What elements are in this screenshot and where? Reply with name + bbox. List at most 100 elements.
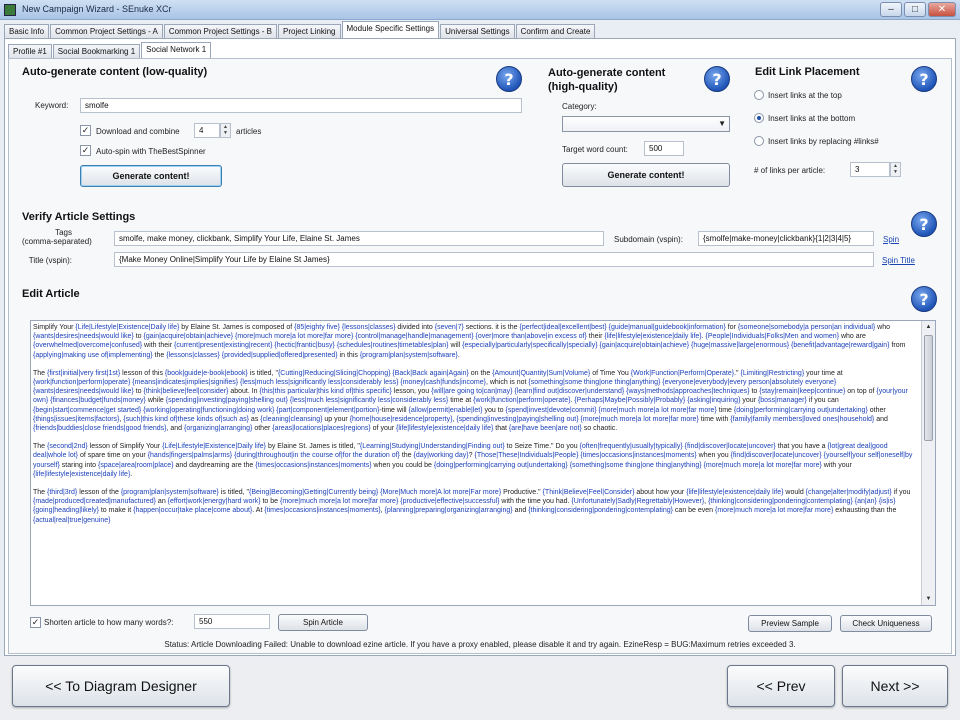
title-input[interactable]: {Make Money Online|Simplify Your Life by… <box>114 252 874 267</box>
links-top-label: Insert links at the top <box>768 91 842 100</box>
spin-down-icon[interactable]: ▼ <box>893 169 898 175</box>
article-text-run: to Seize Time." Do you <box>504 443 580 451</box>
links-top-radio[interactable] <box>754 90 764 100</box>
status-text: Status: Article Downloading Failed: Unab… <box>164 640 796 649</box>
spintax-token: {wants|desires|needs|would like} <box>33 333 134 341</box>
autospin-label: Auto-spin with TheBestSpinner <box>96 147 206 156</box>
tags-input[interactable]: smolfe, make money, clickbank, Simplify … <box>114 231 604 246</box>
tab-universal-settings[interactable]: Universal Settings <box>440 24 515 38</box>
to-diagram-designer-button[interactable]: << To Diagram Designer <box>12 665 230 707</box>
download-combine-label: Download and combine <box>96 127 180 136</box>
article-text-run: the <box>399 452 414 460</box>
prev-button[interactable]: << Prev <box>727 665 835 707</box>
check-uniqueness-button[interactable]: Check Uniqueness <box>840 615 932 632</box>
download-combine-checkbox[interactable]: ✓ <box>80 125 91 136</box>
autospin-checkbox[interactable]: ✓ <box>80 145 91 156</box>
article-text-run: your time at <box>804 369 843 377</box>
spintax-token: {program|plan|system|software} <box>120 489 219 497</box>
spintax-token: {planning|preparing|organizing|arranging… <box>384 507 513 515</box>
help-icon[interactable]: ? <box>911 211 937 237</box>
article-text-run: as <box>248 415 261 423</box>
spintax-token: {Being|Becoming|Getting|Currently being} <box>249 489 379 497</box>
article-text-run: staring into <box>59 461 98 469</box>
scroll-thumb[interactable] <box>924 335 933 441</box>
links-bottom-radio[interactable] <box>754 113 764 123</box>
target-word-count-input[interactable]: 500 <box>644 141 684 156</box>
tab-common-settings-a[interactable]: Common Project Settings - A <box>50 24 163 38</box>
title-label: Title (vspin): <box>28 256 72 265</box>
subtab-social-network-1[interactable]: Social Network 1 <box>141 42 212 58</box>
shorten-article-input[interactable]: 550 <box>194 614 270 629</box>
article-editor[interactable]: Simplify Your {Life|Lifestyle|Existence|… <box>30 320 936 606</box>
generate-highq-button[interactable]: Generate content! <box>562 163 730 187</box>
article-text-run: . <box>130 470 133 478</box>
spintax-token: {Amount|Quantity|Sum|Volume} <box>492 369 591 377</box>
help-icon[interactable]: ? <box>704 66 730 92</box>
main-tab-strip: Basic Info Common Project Settings - A Com… <box>4 21 596 38</box>
links-per-article-label: # of links per article: <box>754 166 826 175</box>
spintax-token: {benefit|advantage|reward|gain} <box>791 342 890 350</box>
article-text-run: sections. it is the <box>463 324 520 331</box>
help-icon[interactable]: ? <box>911 286 937 312</box>
tab-basic-info[interactable]: Basic Info <box>4 24 50 38</box>
article-text-run: time with <box>698 415 731 423</box>
subtab-social-bookmarking-1[interactable]: Social Bookmarking 1 <box>52 44 141 58</box>
article-text-run: and daydreaming are the <box>173 461 256 469</box>
spin-subdomain-link[interactable]: Spin <box>883 235 899 244</box>
category-select[interactable]: ▼ <box>562 116 730 132</box>
spin-title-link[interactable]: Spin Title <box>882 256 915 265</box>
spin-down-icon[interactable]: ▼ <box>223 130 228 136</box>
article-text-run: lesson, you <box>391 388 432 396</box>
tab-project-linking[interactable]: Project Linking <box>278 24 341 38</box>
links-per-article-stepper[interactable]: ▲ ▼ <box>890 162 901 177</box>
maximize-button[interactable]: □ <box>904 2 926 17</box>
tags-label: Tags (comma-separated) <box>22 228 92 246</box>
spintax-token: {more|much more|a lot more|far more} <box>280 498 399 506</box>
links-per-article-input[interactable]: 3 <box>850 162 890 177</box>
spin-article-button[interactable]: Spin Article <box>278 614 368 631</box>
close-button[interactable]: ✕ <box>928 2 956 17</box>
generate-lowq-button[interactable]: Generate content! <box>80 165 222 187</box>
spintax-token: {work|function|perform|operate} <box>473 397 571 405</box>
keyword-input[interactable]: smolfe <box>80 98 522 113</box>
article-text-run: of Time You <box>590 369 631 377</box>
spintax-token: {gain|acquire|obtain|achieve} <box>599 342 690 350</box>
scroll-down-icon[interactable]: ▼ <box>922 593 935 605</box>
article-text-run: while <box>145 397 166 405</box>
help-icon[interactable]: ? <box>911 66 937 92</box>
links-replace-radio[interactable] <box>754 136 764 146</box>
next-button[interactable]: Next >> <box>842 665 948 707</box>
article-text-run: to <box>133 333 144 341</box>
article-text-run: can be even <box>672 507 716 515</box>
tab-confirm-and-create[interactable]: Confirm and Create <box>515 24 596 38</box>
spintax-token: {is|is} <box>878 498 896 506</box>
preview-sample-button[interactable]: Preview Sample <box>748 615 832 632</box>
highq-heading: Auto-generate content (high-quality) <box>548 66 665 94</box>
spintax-token: {an|an} <box>854 498 877 506</box>
subtab-profile-1[interactable]: Profile #1 <box>8 44 52 58</box>
article-paragraph: The {first|initial|very first|1st} lesso… <box>33 369 921 433</box>
article-text[interactable]: Simplify Your {Life|Lifestyle|Existence|… <box>33 323 921 605</box>
scroll-up-icon[interactable]: ▲ <box>922 321 935 333</box>
tags-label-line2: (comma-separated) <box>22 237 92 246</box>
subdomain-input[interactable]: {smolfe|make-money|clickbank}{1|2|3|4|5} <box>698 231 874 246</box>
spintax-token: {will|are going to|can|may} <box>431 388 513 396</box>
article-count-stepper[interactable]: ▲ ▼ <box>220 123 231 138</box>
help-icon[interactable]: ? <box>496 66 522 92</box>
article-text-run: The <box>33 489 48 497</box>
spintax-token: {everyone|everybody|every person|absolut… <box>662 379 837 387</box>
article-text-run: , which is not <box>485 379 529 387</box>
shorten-article-checkbox[interactable]: ✓ <box>30 617 41 628</box>
tab-module-specific-settings[interactable]: Module Specific Settings <box>341 21 440 38</box>
spintax-token: {life|lifestyle|existence|daily life} <box>604 333 702 341</box>
spintax-token: {part|component|element|portion} <box>276 406 380 414</box>
check-icon: ✓ <box>31 617 40 627</box>
tab-common-settings-b[interactable]: Common Project Settings - B <box>163 24 278 38</box>
highq-heading-line1: Auto-generate content <box>548 67 666 79</box>
article-scrollbar[interactable]: ▲ ▼ <box>921 321 935 605</box>
spintax-token: {learn|find out|discover|understand} <box>514 388 625 396</box>
article-count-input[interactable]: 4 <box>194 123 220 138</box>
minimize-button[interactable]: – <box>880 2 902 17</box>
spintax-token: {think|believe|feel|consider} <box>143 388 229 396</box>
spintax-token: {stay|remain|keep|continue} <box>759 388 846 396</box>
